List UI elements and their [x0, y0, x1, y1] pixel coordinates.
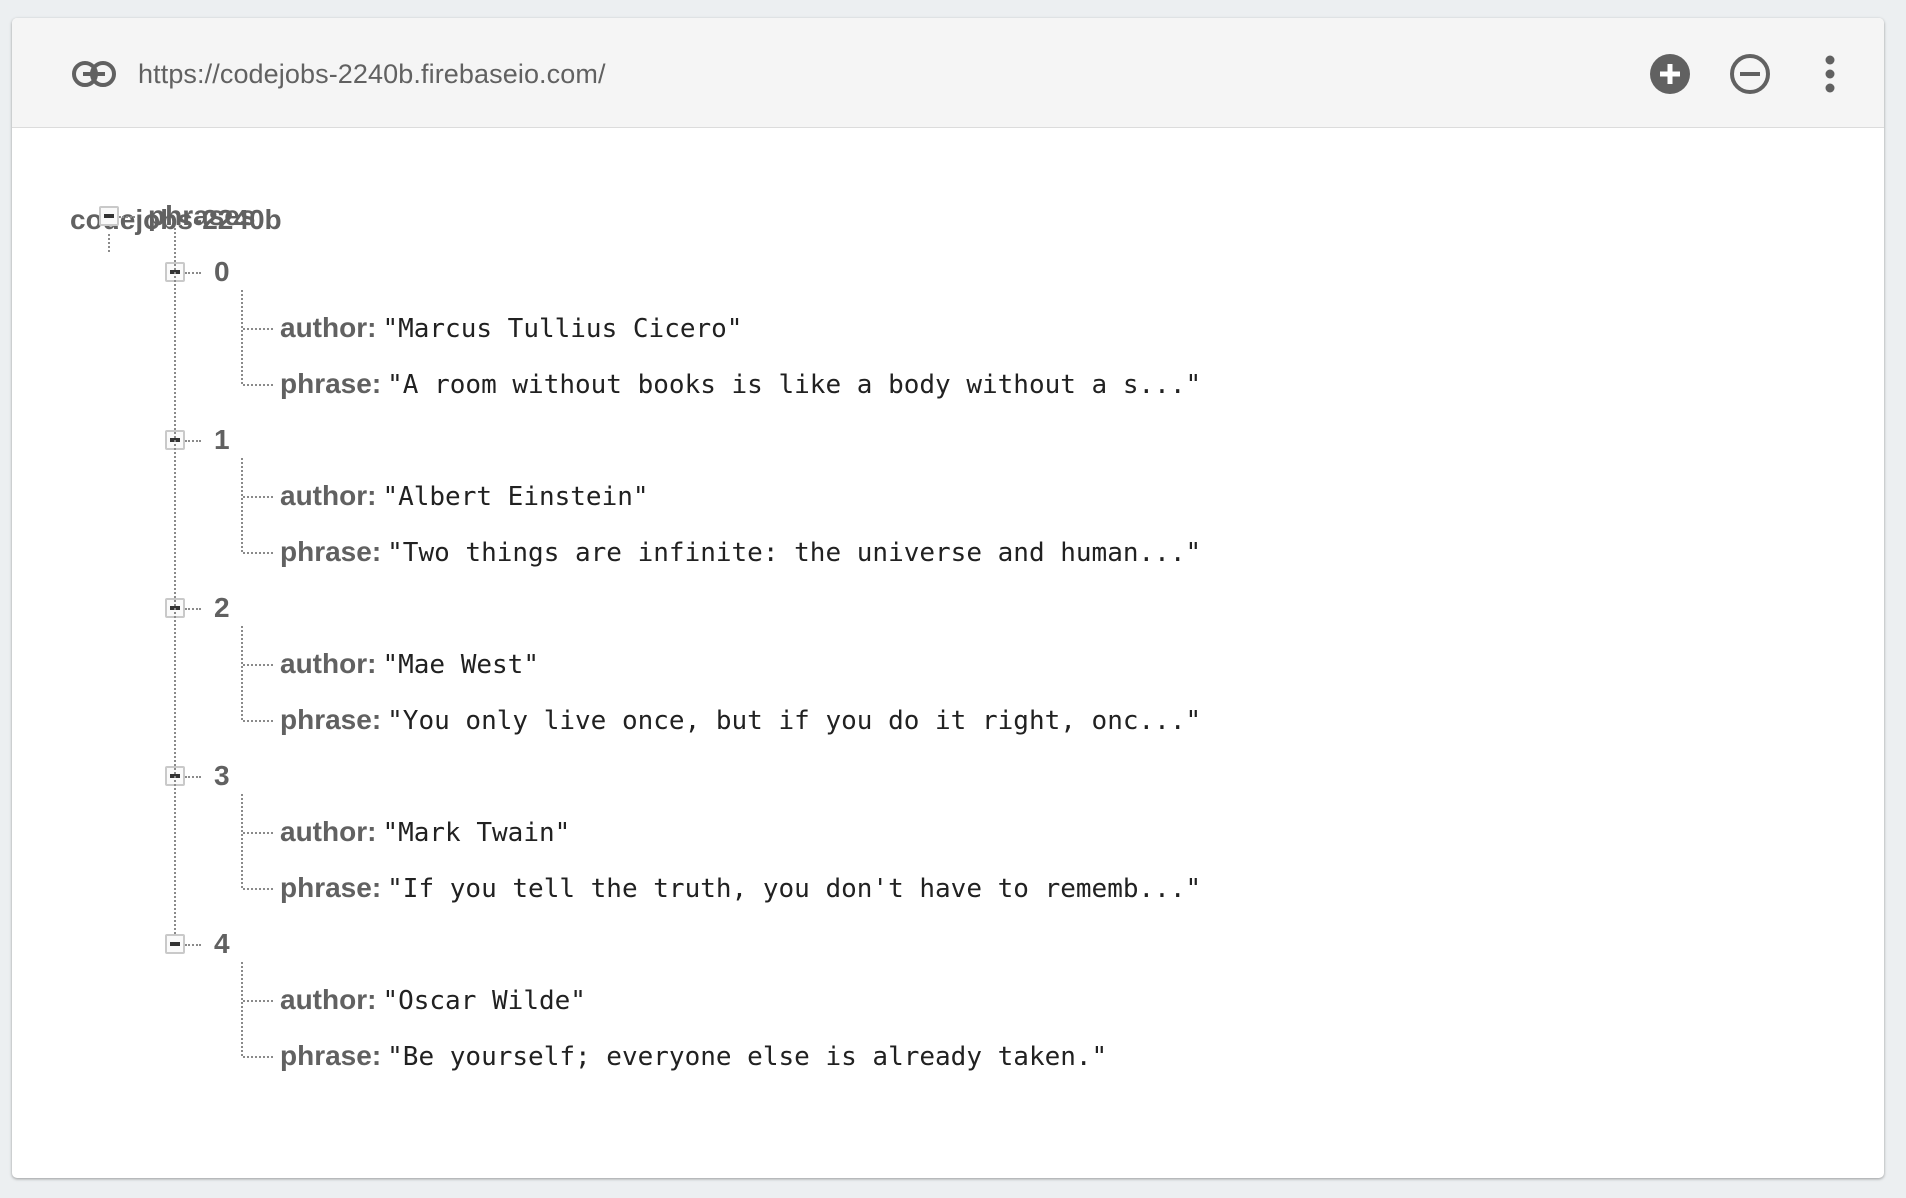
tree-connector [185, 272, 201, 274]
tree-connector [241, 794, 243, 888]
field-value-phrase[interactable]: "You only live once, but if you do it ri… [387, 706, 1201, 736]
tree-connector [185, 440, 201, 442]
tree-connector [185, 776, 201, 778]
add-child-button[interactable] [1646, 50, 1694, 98]
field-value-author[interactable]: "Mark Twain" [382, 818, 570, 848]
field-value-phrase[interactable]: "A room without books is like a body wit… [387, 370, 1201, 400]
field-phrase[interactable]: phrase: "You only live once, but if you d… [280, 702, 1201, 743]
field-key-author: author: [280, 984, 377, 1015]
field-author[interactable]: author: "Marcus Tullius Cicero" [280, 310, 742, 351]
node-key-item[interactable]: 4 [214, 926, 230, 962]
tree-connector [243, 1000, 273, 1002]
tree-connector [243, 720, 273, 722]
field-phrase[interactable]: phrase: "Be yourself; everyone else is al… [280, 1038, 1107, 1079]
tree-connector [243, 832, 273, 834]
tree-connector [243, 664, 273, 666]
field-key-phrase: phrase: [280, 1040, 382, 1071]
tree-connector [241, 626, 243, 720]
remove-circle-outline-icon [1730, 54, 1770, 94]
link-icon[interactable] [62, 54, 126, 94]
tree-connector [185, 944, 201, 946]
node-key-item[interactable]: 2 [214, 590, 230, 626]
field-key-author: author: [280, 816, 377, 847]
database-tree: codejobs-2240b phrases 0 author: "Marcus Tu… [12, 128, 1884, 1178]
field-phrase[interactable]: phrase: "If you tell the truth, you don't… [280, 870, 1201, 911]
tree-connector [185, 608, 201, 610]
node-key-item[interactable]: 3 [214, 758, 230, 794]
tree-connector [243, 328, 273, 330]
field-value-author[interactable]: "Albert Einstein" [382, 482, 648, 512]
node-key-phrases[interactable]: phrases [148, 198, 255, 234]
tree-connector [119, 216, 135, 218]
tree-connector [243, 888, 273, 890]
tree-connector [174, 228, 176, 934]
tree-connector [243, 1056, 273, 1058]
field-value-phrase[interactable]: "Two things are infinite: the universe a… [387, 538, 1201, 568]
field-key-phrase: phrase: [280, 536, 382, 567]
field-key-author: author: [280, 312, 377, 343]
tree-connector [243, 384, 273, 386]
more-vert-icon [1825, 55, 1835, 93]
remove-node-button[interactable] [1726, 50, 1774, 98]
more-options-button[interactable] [1806, 50, 1854, 98]
field-value-phrase[interactable]: "Be yourself; everyone else is already t… [387, 1042, 1107, 1072]
field-key-author: author: [280, 480, 377, 511]
node-key-item[interactable]: 1 [214, 422, 230, 458]
field-value-phrase[interactable]: "If you tell the truth, you don't have t… [387, 874, 1201, 904]
field-key-phrase: phrase: [280, 704, 382, 735]
node-key-item[interactable]: 0 [214, 254, 230, 290]
field-key-author: author: [280, 648, 377, 679]
field-key-phrase: phrase: [280, 872, 382, 903]
field-author[interactable]: author: "Mae West" [280, 646, 539, 687]
field-key-phrase: phrase: [280, 368, 382, 399]
tree-connector [243, 552, 273, 554]
toggle-collapse-phrases[interactable] [99, 206, 119, 226]
tree-connector [241, 458, 243, 552]
field-author[interactable]: author: "Oscar Wilde" [280, 982, 586, 1023]
tree-connector [241, 290, 243, 384]
database-url[interactable]: https://codejobs-2240b.firebaseio.com/ [138, 56, 606, 92]
tree-connector [243, 496, 273, 498]
field-phrase[interactable]: phrase: "A room without books is like a b… [280, 366, 1201, 407]
field-value-author[interactable]: "Oscar Wilde" [382, 986, 586, 1016]
field-value-author[interactable]: "Mae West" [382, 650, 539, 680]
database-card: https://codejobs-2240b.firebaseio.com/ c… [12, 18, 1884, 1178]
database-toolbar: https://codejobs-2240b.firebaseio.com/ [12, 18, 1884, 128]
tree-connector [108, 234, 110, 252]
field-value-author[interactable]: "Marcus Tullius Cicero" [382, 314, 742, 344]
tree-connector [241, 962, 243, 1056]
field-author[interactable]: author: "Mark Twain" [280, 814, 570, 855]
field-phrase[interactable]: phrase: "Two things are infinite: the uni… [280, 534, 1201, 575]
field-author[interactable]: author: "Albert Einstein" [280, 478, 649, 519]
toggle-collapse-item[interactable] [165, 934, 185, 954]
add-circle-icon [1650, 54, 1690, 94]
